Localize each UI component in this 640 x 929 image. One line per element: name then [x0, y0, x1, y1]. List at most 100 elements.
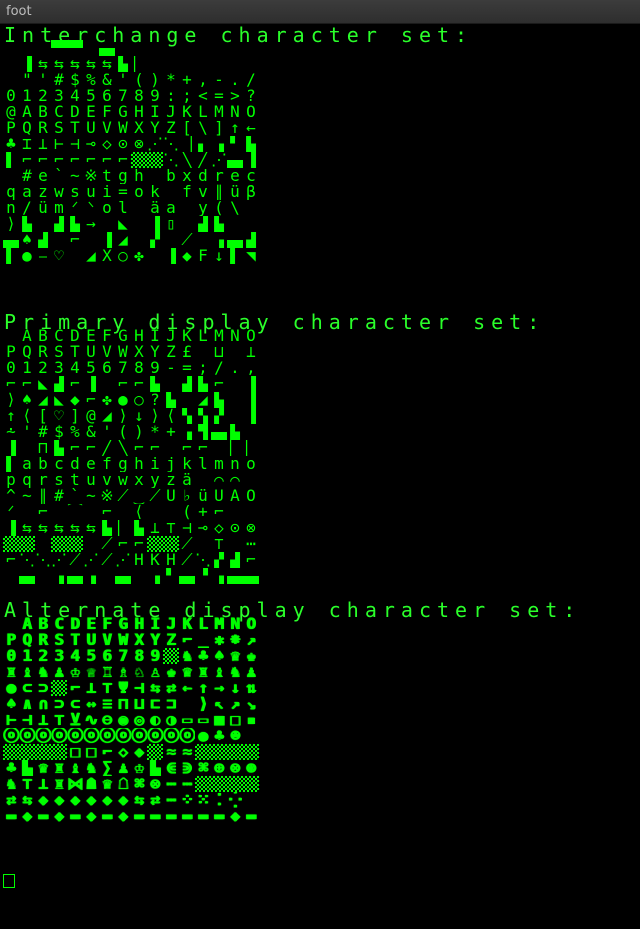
glyph-cell: ※ [100, 488, 114, 504]
glyph-cell: X [134, 632, 144, 648]
glyph-cell: a [22, 456, 32, 472]
glyph-cell [163, 440, 179, 456]
glyph-cell: d [198, 168, 208, 184]
glyph-cell [163, 232, 179, 248]
glyph-cell: C [54, 104, 64, 120]
glyph-cell: ⊤ [22, 776, 32, 792]
glyph-cell: ⌐ [86, 440, 96, 456]
glyph-cell: ▌ [6, 152, 16, 168]
glyph-cell: ▐ [6, 520, 16, 536]
glyph-cell: ≡ [102, 696, 112, 712]
glyph-cell [179, 392, 195, 408]
glyph-cell: ∑ [102, 760, 112, 776]
glyph-cell: ⌐ [22, 152, 32, 168]
glyph-cell: ⓞ [163, 728, 179, 744]
glyph-cell: ▙ [22, 216, 32, 232]
glyph-cell [3, 328, 19, 344]
glyph-cell: > [230, 88, 240, 104]
glyph-cell: ⌒ [230, 472, 240, 488]
glyph-cell: ⊢ [6, 712, 16, 728]
glyph-cell: e [86, 456, 96, 472]
glyph-cell [163, 648, 179, 664]
glyph-cell [99, 376, 115, 392]
glyph-cell: β [246, 184, 256, 200]
glyph-cell: ▙ [102, 520, 112, 536]
glyph-cell: ⌐ [70, 680, 80, 696]
glyph-cell: ⓞ [179, 728, 195, 744]
interchange-glyph-grid: ▐ ⇆ ⇆ ⇆ ⇆ ⇆ ▙ ▏ " ' # $% & '() * +, -./0 1 2 3 4 5 6 7 8 9:; < = >?… [3, 40, 259, 302]
glyph-cell [3, 40, 19, 56]
glyph-cell: ▗ [214, 568, 224, 584]
glyph-cell: X [134, 344, 144, 360]
glyph-cell: ▬ [6, 808, 16, 824]
title-bar[interactable]: foot [0, 0, 640, 24]
glyph-cell: ╲ [182, 152, 192, 168]
glyph-cell: ▙ [150, 376, 160, 392]
glyph-cell: ⌐ [134, 440, 144, 456]
glyph-cell: ⊗ [134, 136, 144, 152]
glyph-cell: ♜ [54, 760, 64, 776]
glyph-cell: ♞ [230, 664, 240, 680]
glyph-cell: ☗ [86, 776, 96, 792]
glyph-cell: q [6, 184, 16, 200]
terminal-viewport[interactable]: Interchange character set: ▐ ⇆ ⇆ ⇆ ⇆ ⇆ ▙ ▏ " ' # $… [0, 24, 640, 929]
glyph-cell: M [214, 616, 224, 632]
glyph-cell: ▐ [246, 152, 256, 168]
glyph-cell: ● [118, 392, 128, 408]
glyph-cell: ⌐ [70, 152, 80, 168]
glyph-cell: ⟋ [101, 536, 113, 552]
glyph-cell: N [230, 328, 240, 344]
glyph-cell: ⇆ [22, 792, 32, 808]
glyph-cell: a [22, 184, 32, 200]
glyph-cell [179, 40, 195, 56]
glyph-cell: ⊙ [230, 520, 240, 536]
glyph-cell: ⊤ [214, 536, 224, 552]
glyph-cell: ⟋ [101, 552, 113, 568]
glyph-cell: N [230, 616, 240, 632]
glyph-cell: ⌐ [102, 744, 112, 760]
glyph-cell: ⊤ [54, 712, 64, 728]
glyph-cell: ⋯ [182, 776, 192, 792]
glyph-cell: * [150, 424, 160, 440]
glyph-cell: ⊣ [182, 520, 192, 536]
glyph-cell: k [150, 184, 160, 200]
glyph-cell [227, 232, 243, 248]
glyph-cell: ⌐ [118, 376, 128, 392]
glyph-cell: ⌐ [118, 152, 128, 168]
glyph-cell: E [86, 616, 96, 632]
glyph-cell: 4 [70, 360, 80, 376]
glyph-cell [3, 568, 19, 584]
glyph-cell: ⌒ [214, 472, 224, 488]
glyph-cell [99, 40, 115, 56]
glyph-cell: ü [198, 488, 208, 504]
glyph-cell: ◆ [70, 392, 80, 408]
glyph-cell: ▟ [38, 232, 48, 248]
glyph-cell: W [118, 120, 128, 136]
glyph-cell: ) [150, 72, 160, 88]
glyph-cell: ▐ [166, 248, 176, 264]
glyph-cell: ⊸ [86, 136, 96, 152]
glyph-cell: ⓞ [115, 728, 131, 744]
glyph-cell: ↓ [230, 680, 240, 696]
glyph-cell: ⎯ [38, 248, 47, 264]
glyph-cell: : [166, 88, 176, 104]
glyph-cell: 8 [134, 648, 144, 664]
glyph-cell: Y [150, 120, 160, 136]
glyph-cell: ◆ [182, 248, 192, 264]
glyph-cell: ⊥ [38, 136, 48, 152]
glyph-cell: ▞ [214, 552, 224, 568]
glyph-cell [115, 568, 131, 584]
glyph-cell [243, 792, 259, 808]
glyph-cell: ▭ [182, 712, 192, 728]
glyph-cell: ▬ [182, 808, 192, 824]
glyph-cell: ● [198, 728, 208, 744]
glyph-cell [195, 472, 211, 488]
glyph-cell: o [102, 200, 112, 216]
glyph-cell: . [230, 72, 240, 88]
glyph-cell: ⊓ [38, 440, 48, 456]
glyph-cell: ⊥ [38, 712, 48, 728]
glyph-cell: ♞ [6, 776, 16, 792]
glyph-cell: S [54, 632, 64, 648]
glyph-cell [35, 216, 51, 232]
glyph-cell: □ [86, 744, 96, 760]
